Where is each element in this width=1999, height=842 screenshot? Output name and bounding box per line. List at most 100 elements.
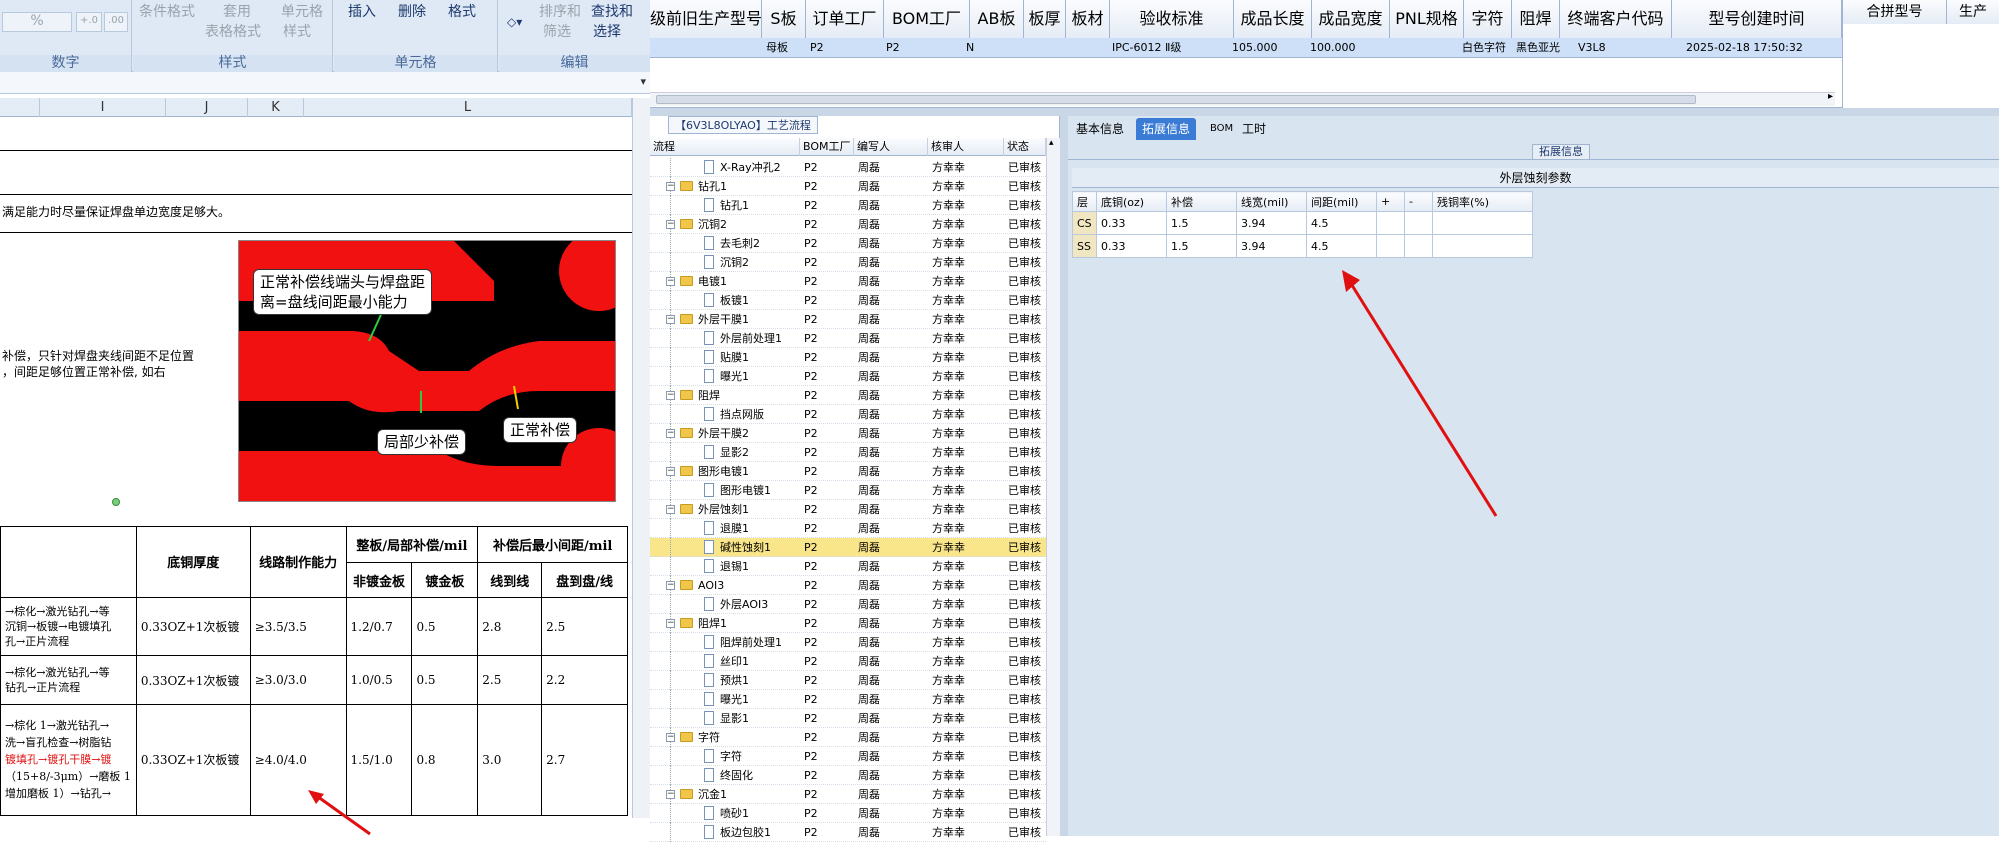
grid-header-customer[interactable]: 终端客户代码 xyxy=(1560,0,1672,38)
tree-row[interactable]: 终固化 P2 周磊 方幸幸 已审核 xyxy=(650,766,1046,785)
tree-row[interactable]: 丝印1 P2 周磊 方幸幸 已审核 xyxy=(650,652,1046,671)
increase-decimal-button[interactable]: +.0 xyxy=(76,12,102,32)
grid-header-standard[interactable]: 验收标准 xyxy=(1110,0,1234,38)
tree-header-bom-factory[interactable]: BOM工厂 xyxy=(800,138,854,156)
tree-row[interactable]: 沉铜2 P2 周磊 方幸幸 已审核 xyxy=(650,253,1046,272)
cell-styles-label[interactable]: 样式 xyxy=(283,24,311,40)
collapse-icon[interactable]: − xyxy=(666,733,675,742)
table-row[interactable]: SS 0.33 1.5 3.94 4.5 xyxy=(1072,234,1533,258)
cell-copper[interactable]: 0.33 xyxy=(1096,234,1167,258)
tree-header-reviewer[interactable]: 核审人 xyxy=(928,138,1004,156)
col-residual[interactable]: 残铜率(%) xyxy=(1432,191,1533,212)
grid-header-bom-factory[interactable]: BOM工厂 xyxy=(884,0,970,38)
tree-row[interactable]: − 外层蚀刻1 P2 周磊 方幸幸 已审核 xyxy=(650,500,1046,519)
grid-horizontal-scrollbar[interactable]: ▸ xyxy=(650,91,1835,106)
tree-row[interactable]: 板镀1 P2 周磊 方幸幸 已审核 xyxy=(650,291,1046,310)
collapse-icon[interactable]: − xyxy=(666,581,675,590)
collapse-icon[interactable]: − xyxy=(666,790,675,799)
decrease-decimal-button[interactable]: .00 xyxy=(104,12,128,32)
col-copper[interactable]: 底铜(oz) xyxy=(1096,191,1167,212)
col-line-width[interactable]: 线宽(mil) xyxy=(1236,191,1307,212)
find-select-label[interactable]: 选择 xyxy=(593,24,621,40)
tree-row[interactable]: − 字符 P2 周磊 方幸幸 已审核 xyxy=(650,728,1046,747)
grid-header-s-board[interactable]: S板 xyxy=(762,0,806,38)
tree-vertical-scrollbar[interactable]: ▴ xyxy=(1046,138,1060,836)
cell-residual[interactable] xyxy=(1432,234,1533,258)
cell-styles-button[interactable]: 单元格 xyxy=(281,4,323,20)
column-header-l[interactable]: L xyxy=(304,98,632,117)
rotate-handle[interactable] xyxy=(112,498,120,506)
grid-header-thickness[interactable]: 板厚 xyxy=(1024,0,1066,38)
collapse-icon[interactable]: − xyxy=(666,505,675,514)
grid-header-order-factory[interactable]: 订单工厂 xyxy=(806,0,884,38)
tree-header-status[interactable]: 状态 xyxy=(1004,138,1046,156)
horizontal-splitter[interactable] xyxy=(650,108,1999,116)
tree-row[interactable]: 喷砂1 P2 周磊 方幸幸 已审核 xyxy=(650,804,1046,823)
tree-row[interactable]: 显影2 P2 周磊 方幸幸 已审核 xyxy=(650,443,1046,462)
table-row[interactable]: CS 0.33 1.5 3.94 4.5 xyxy=(1072,211,1533,235)
tree-row[interactable]: − 沉金1 P2 周磊 方幸幸 已审核 xyxy=(650,785,1046,804)
cell-minus[interactable] xyxy=(1404,211,1433,235)
tab-work-hours[interactable]: 工时 xyxy=(1236,118,1272,140)
tab-extended-info[interactable]: 拓展信息 xyxy=(1136,118,1197,140)
cell-compensation[interactable]: 1.5 xyxy=(1166,211,1237,235)
sort-filter-button[interactable]: 排序和 xyxy=(539,4,581,20)
eraser-icon[interactable]: ◇▾ xyxy=(507,14,522,30)
vertical-splitter[interactable] xyxy=(1060,116,1068,836)
col-spacing[interactable]: 间距(mil) xyxy=(1306,191,1377,212)
collapse-icon[interactable]: − xyxy=(666,182,675,191)
column-header-k[interactable]: K xyxy=(248,98,304,117)
collapse-icon[interactable]: − xyxy=(666,429,675,438)
tree-row[interactable]: 退锡1 P2 周磊 方幸幸 已审核 xyxy=(650,557,1046,576)
grid-header-merge-model[interactable]: 合拼型号 xyxy=(1843,0,1947,24)
tree-row[interactable]: 显影1 P2 周磊 方幸幸 已审核 xyxy=(650,709,1046,728)
tree-row[interactable]: X-Ray冲孔2 P2 周磊 方幸幸 已审核 xyxy=(650,158,1046,177)
tree-row[interactable]: 退膜1 P2 周磊 方幸幸 已审核 xyxy=(650,519,1046,538)
column-header-j[interactable]: J xyxy=(166,98,248,117)
grid-header-old-model[interactable]: 级前旧生产型号 xyxy=(650,0,762,38)
scroll-up-icon[interactable]: ▴ xyxy=(1049,138,1054,148)
excel-vertical-scrollbar[interactable] xyxy=(632,98,650,818)
collapse-icon[interactable]: − xyxy=(666,220,675,229)
sort-filter-label[interactable]: 筛选 xyxy=(543,24,571,40)
tree-row[interactable]: − 钻孔1 P2 周磊 方幸幸 已审核 xyxy=(650,177,1046,196)
grid-header-production[interactable]: 生产 xyxy=(1947,0,1999,24)
table-format-button[interactable]: 套用 xyxy=(223,4,251,20)
tree-row[interactable]: − AOI3 P2 周磊 方幸幸 已审核 xyxy=(650,576,1046,595)
delete-button[interactable]: 删除 xyxy=(398,4,426,20)
collapse-icon[interactable]: − xyxy=(666,277,675,286)
pcb-compensation-image[interactable]: 正常补偿线端头与焊盘距 离=盘线间距最小能力 局部少补偿 正常补偿 xyxy=(238,240,616,502)
cell-spacing[interactable]: 4.5 xyxy=(1306,211,1377,235)
grid-header-char[interactable]: 字符 xyxy=(1464,0,1512,38)
grid-header-ab-board[interactable]: AB板 xyxy=(970,0,1024,38)
scroll-right-icon[interactable]: ▸ xyxy=(1828,91,1833,102)
grid-selected-row[interactable]: 母板 P2 P2 N IPC-6012 Ⅱ级 105.000 100.000 白… xyxy=(650,38,1842,58)
percent-format-button[interactable]: % xyxy=(2,12,72,32)
insert-button[interactable]: 插入 xyxy=(348,4,376,20)
column-header[interactable] xyxy=(0,98,40,117)
tree-row[interactable]: 曝光1 P2 周磊 方幸幸 已审核 xyxy=(650,690,1046,709)
tree-row[interactable]: − 外层干膜2 P2 周磊 方幸幸 已审核 xyxy=(650,424,1046,443)
expand-formula-icon[interactable]: ▾ xyxy=(640,75,646,88)
cell-residual[interactable] xyxy=(1432,211,1533,235)
col-plus[interactable]: + xyxy=(1376,191,1405,212)
cell-line-width[interactable]: 3.94 xyxy=(1236,211,1307,235)
cell-line-width[interactable]: 3.94 xyxy=(1236,234,1307,258)
tree-row[interactable]: 图形电镀1 P2 周磊 方幸幸 已审核 xyxy=(650,481,1046,500)
grid-header-solder[interactable]: 阻焊 xyxy=(1512,0,1560,38)
tree-row[interactable]: 板边包胶1 P2 周磊 方幸幸 已审核 xyxy=(650,823,1046,842)
collapse-icon[interactable]: − xyxy=(666,391,675,400)
tree-row[interactable]: 字符 P2 周磊 方幸幸 已审核 xyxy=(650,747,1046,766)
tree-row[interactable]: 碱性蚀刻1 P2 周磊 方幸幸 已审核 xyxy=(650,538,1046,557)
tree-row[interactable]: 贴膜1 P2 周磊 方幸幸 已审核 xyxy=(650,348,1046,367)
tree-row[interactable]: − 图形电镀1 P2 周磊 方幸幸 已审核 xyxy=(650,462,1046,481)
cell-copper[interactable]: 0.33 xyxy=(1096,211,1167,235)
grid-header-length[interactable]: 成品长度 xyxy=(1234,0,1312,38)
conditional-format-button[interactable]: 条件格式 xyxy=(139,4,195,20)
tree-row[interactable]: − 外层干膜1 P2 周磊 方幸幸 已审核 xyxy=(650,310,1046,329)
tree-row[interactable]: 外层AOI3 P2 周磊 方幸幸 已审核 xyxy=(650,595,1046,614)
tree-row[interactable]: − 阻焊1 P2 周磊 方幸幸 已审核 xyxy=(650,614,1046,633)
tree-row[interactable]: 去毛刺2 P2 周磊 方幸幸 已审核 xyxy=(650,234,1046,253)
col-compensation[interactable]: 补偿 xyxy=(1166,191,1237,212)
tree-row[interactable]: 外层前处理1 P2 周磊 方幸幸 已审核 xyxy=(650,329,1046,348)
